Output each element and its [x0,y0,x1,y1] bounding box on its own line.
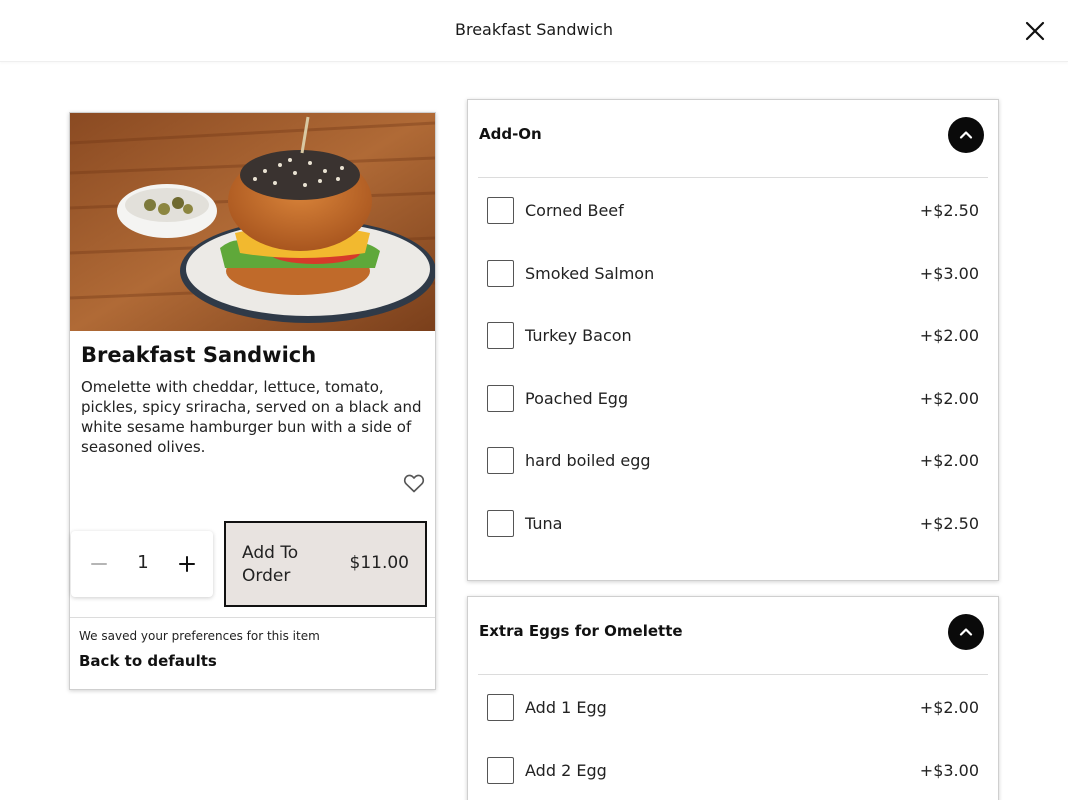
option-label: Corned Beef [525,201,624,220]
decrease-quantity-button[interactable] [87,552,111,576]
close-icon [1025,21,1045,41]
divider [478,674,988,675]
option-row[interactable]: Add 1 Egg +$2.00 [468,694,998,734]
add-to-order-label: Add To Order [242,543,299,586]
option-label: hard boiled egg [525,451,651,470]
option-checkbox[interactable] [487,260,514,287]
option-label: Add 2 Egg [525,761,607,780]
option-checkbox[interactable] [487,385,514,412]
option-row[interactable]: Turkey Bacon +$2.00 [468,322,998,362]
modifier-group-add-on: Add-On Corned Beef +$2.50 Smoked Salmon … [467,99,999,581]
group-title: Extra Eggs for Omelette [479,622,683,640]
option-checkbox[interactable] [487,510,514,537]
option-price: +$2.00 [919,698,979,717]
item-title: Breakfast Sandwich [81,343,317,367]
option-checkbox[interactable] [487,694,514,721]
option-row[interactable]: Poached Egg +$2.00 [468,385,998,425]
modifier-group-extra-eggs: Extra Eggs for Omelette Add 1 Egg +$2.00… [467,596,999,800]
divider [70,617,435,618]
option-price: +$3.00 [919,264,979,283]
minus-icon [91,563,107,565]
item-image [70,113,435,331]
option-checkbox[interactable] [487,757,514,784]
plus-icon [179,556,195,572]
option-price: +$2.50 [919,514,979,533]
divider [478,177,988,178]
add-to-order-button[interactable]: Add To Order $11.00 [224,521,427,607]
group-title: Add-On [479,125,542,143]
option-row[interactable]: Add 2 Egg +$3.00 [468,757,998,797]
item-description: Omelette with cheddar, lettuce, tomato, … [81,378,422,456]
chevron-up-icon [959,131,973,139]
option-row[interactable]: Smoked Salmon +$3.00 [468,260,998,300]
option-price: +$2.00 [919,326,979,345]
quantity-stepper: 1 [71,531,213,597]
option-checkbox[interactable] [487,447,514,474]
option-checkbox[interactable] [487,322,514,349]
option-label: Poached Egg [525,389,629,408]
heart-icon [403,474,425,493]
chevron-up-icon [959,628,973,636]
option-checkbox[interactable] [487,197,514,224]
option-label: Tuna [525,514,563,533]
option-row[interactable]: Tuna +$2.50 [468,510,998,550]
favorite-button[interactable] [402,471,426,495]
increase-quantity-button[interactable] [175,552,199,576]
preferences-note: We saved your preferences for this item [79,629,320,643]
option-row[interactable]: hard boiled egg +$2.00 [468,447,998,487]
add-to-order-price: $11.00 [349,553,409,573]
quantity-value: 1 [137,552,149,573]
item-card: Breakfast Sandwich Omelette with cheddar… [69,112,436,690]
page-title: Breakfast Sandwich [455,20,613,39]
option-price: +$2.50 [919,201,979,220]
option-label: Turkey Bacon [525,326,632,345]
option-price: +$3.00 [919,761,979,780]
option-row[interactable]: Corned Beef +$2.50 [468,197,998,237]
close-button[interactable] [1022,18,1048,44]
option-price: +$2.00 [919,451,979,470]
back-to-defaults-link[interactable]: Back to defaults [79,652,217,670]
option-label: Add 1 Egg [525,698,607,717]
option-label: Smoked Salmon [525,264,655,283]
option-price: +$2.00 [919,389,979,408]
collapse-group-button[interactable] [948,117,984,153]
top-bar: Breakfast Sandwich [0,0,1068,62]
collapse-group-button[interactable] [948,614,984,650]
